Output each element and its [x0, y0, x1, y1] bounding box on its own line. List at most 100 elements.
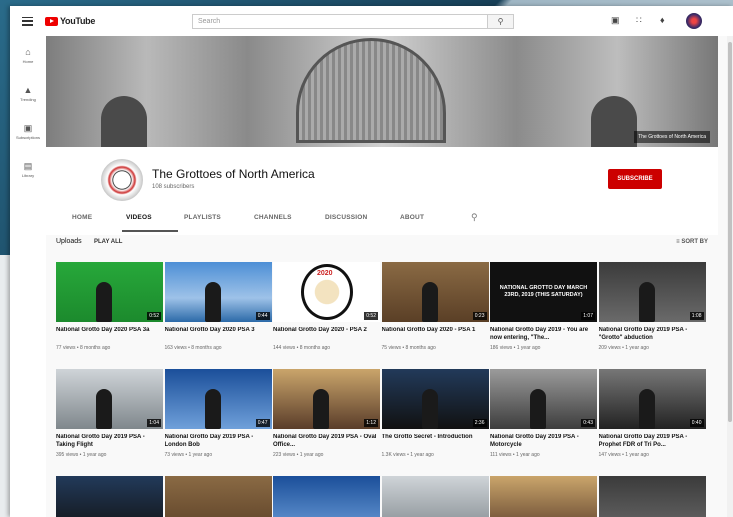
video-meta: 147 views • 1 year ago: [598, 452, 649, 458]
video-thumbnail[interactable]: 1:08: [598, 262, 706, 322]
channel-name: The Grottoes of North America: [152, 167, 315, 181]
video-title[interactable]: National Grotto Day 2020 - PSA 2: [273, 327, 380, 342]
video-duration: 1:08: [689, 312, 704, 320]
avatar[interactable]: [686, 13, 702, 29]
video-meta: 144 views • 8 months ago: [273, 345, 331, 351]
video-card[interactable]: 0:44 National Grotto Day 2020 PSA 3 163 vi…: [164, 262, 272, 351]
search-input[interactable]: Search: [192, 14, 488, 29]
video-thumbnail[interactable]: [598, 476, 706, 517]
sidebar-item-home[interactable]: ⌂ Home: [10, 36, 46, 74]
video-thumbnail[interactable]: 2020 0:52: [273, 262, 380, 322]
video-card[interactable]: 0:43 National Grotto Day 2019 PSA - Motor…: [490, 369, 597, 458]
sidebar-item-label: Trending: [20, 96, 36, 102]
tab-discussion[interactable]: DISCUSSION: [325, 214, 367, 221]
channel-search-icon[interactable]: ⚲: [471, 212, 478, 223]
search-icon[interactable]: ⚲: [488, 14, 514, 29]
video-duration: 0:52: [147, 312, 161, 320]
home-icon: ⌂: [25, 46, 31, 57]
video-card[interactable]: 2020 0:52 National Grotto Day 2020 - PSA 2…: [273, 262, 380, 351]
video-thumbnail[interactable]: 1:04: [56, 369, 163, 429]
video-title[interactable]: National Grotto Day 2020 PSA 3: [165, 327, 272, 342]
video-card[interactable]: 1:08 National Grotto Day 2019 PSA - "Grot…: [598, 262, 706, 351]
video-thumbnail[interactable]: 0:47: [164, 369, 272, 429]
video-title[interactable]: National Grotto Day 2019 PSA - Oval Offi…: [273, 434, 380, 449]
video-card[interactable]: 0:47 National Grotto Day 2019 PSA - Londo…: [164, 369, 272, 458]
thumbnail-figure: [530, 389, 546, 429]
sidebar-item-subscriptions[interactable]: ▣ Subscriptions: [10, 112, 46, 150]
video-card[interactable]: 0:40 National Grotto Day 2019 PSA - Proph…: [598, 369, 706, 458]
channel-banner: The Grottoes of North America: [46, 36, 718, 147]
video-meta: 75 views • 8 months ago: [381, 345, 436, 351]
video-meta: 163 views • 8 months ago: [164, 345, 222, 351]
video-duration: 0:43: [581, 419, 595, 427]
thumbnail-figure: [421, 282, 438, 322]
apps-grid-icon[interactable]: ∷: [636, 15, 642, 26]
video-meta: 395 views • 1 year ago: [56, 452, 107, 458]
menu-icon[interactable]: [22, 16, 33, 26]
banner-arch: [296, 38, 446, 143]
thumbnail-text: 2020: [317, 270, 333, 277]
video-card[interactable]: NATIONAL GROTTO DAY MARCH 23RD, 2019 (TH…: [490, 262, 597, 351]
video-title[interactable]: National Grotto Day 2019 PSA - Taking Fl…: [56, 434, 163, 449]
video-duration: 0:44: [255, 312, 270, 320]
video-duration: 0:23: [472, 312, 487, 320]
video-title[interactable]: National Grotto Day 2019 PSA - London Bo…: [165, 434, 272, 449]
video-thumbnail[interactable]: [164, 476, 272, 517]
video-duration: 0:47: [255, 419, 270, 427]
video-title[interactable]: National Grotto Day 2019 PSA - "Grotto" …: [599, 327, 706, 342]
video-title[interactable]: National Grotto Day 2020 PSA 3a: [56, 327, 163, 342]
channel-avatar[interactable]: [101, 159, 143, 201]
tab-playlists[interactable]: PLAYLISTS: [184, 214, 221, 221]
library-icon: ▤: [23, 160, 33, 171]
video-meta: 73 views • 1 year ago: [164, 452, 213, 458]
video-card[interactable]: 2:36 The Grotto Secret - Introduction 1.3K…: [381, 369, 489, 458]
bell-icon[interactable]: ♦: [660, 15, 665, 25]
tab-videos[interactable]: VIDEOS: [126, 214, 152, 221]
youtube-logo[interactable]: YouTube: [45, 16, 95, 26]
video-camera-icon[interactable]: ▣: [611, 15, 620, 26]
video-thumbnail[interactable]: 0:44: [164, 262, 272, 322]
video-duration: 0:40: [689, 419, 704, 427]
video-thumbnail[interactable]: [273, 476, 380, 517]
sidebar-item-label: Home: [22, 58, 34, 64]
video-thumbnail[interactable]: 1:12: [273, 369, 380, 429]
video-thumbnail[interactable]: [56, 476, 163, 517]
subscribe-button[interactable]: SUBSCRIBE: [608, 169, 662, 189]
video-thumbnail[interactable]: 0:23: [381, 262, 489, 322]
logo-text: YouTube: [60, 16, 96, 26]
banner-caption[interactable]: The Grottoes of North America: [634, 131, 710, 143]
thumbnail-figure: [204, 389, 221, 429]
video-thumbnail[interactable]: [490, 476, 597, 517]
video-thumbnail[interactable]: 2:36: [381, 369, 489, 429]
play-all-button[interactable]: PLAY ALL: [94, 239, 122, 245]
sidebar-item-library[interactable]: ▤ Library: [10, 150, 46, 188]
channel-header: The Grottoes of North America 108 subscr…: [46, 147, 718, 235]
sidebar-item-label: Subscriptions: [15, 134, 40, 140]
banner-figure-left: [101, 96, 147, 147]
uploads-bar: Uploads PLAY ALL ≡ SORT BY: [56, 238, 716, 250]
video-title[interactable]: National Grotto Day 2019 PSA - Prophet F…: [599, 434, 706, 449]
video-title[interactable]: National Grotto Day 2019 - You are now e…: [490, 327, 597, 342]
thumbnail-figure: [638, 389, 655, 429]
tab-home[interactable]: HOME: [72, 214, 92, 221]
video-thumbnail[interactable]: [381, 476, 489, 517]
video-duration: 0:52: [364, 312, 378, 320]
video-thumbnail[interactable]: NATIONAL GROTTO DAY MARCH 23RD, 2019 (TH…: [490, 262, 597, 322]
sidebar-item-trending[interactable]: ▲ Trending: [10, 74, 46, 112]
video-card[interactable]: 1:04 National Grotto Day 2019 PSA - Takin…: [56, 369, 163, 458]
channel-tabs: HOME VIDEOS PLAYLISTS CHANNELS DISCUSSIO…: [46, 206, 718, 235]
video-title[interactable]: National Grotto Day 2020 - PSA 1: [382, 327, 489, 342]
tab-about[interactable]: ABOUT: [400, 214, 424, 221]
video-thumbnail[interactable]: 0:43: [490, 369, 597, 429]
video-title[interactable]: National Grotto Day 2019 PSA - Motorcycl…: [490, 434, 597, 449]
video-card[interactable]: 0:23 National Grotto Day 2020 - PSA 1 75 v…: [381, 262, 489, 351]
uploads-title: Uploads: [56, 238, 82, 245]
video-card[interactable]: 0:52 National Grotto Day 2020 PSA 3a 77 vi…: [56, 262, 163, 351]
scrollbar[interactable]: [727, 36, 733, 517]
video-title[interactable]: The Grotto Secret - Introduction: [382, 434, 489, 449]
video-card[interactable]: 1:12 National Grotto Day 2019 PSA - Oval …: [273, 369, 380, 458]
tab-channels[interactable]: CHANNELS: [254, 214, 292, 221]
video-thumbnail[interactable]: 0:40: [598, 369, 706, 429]
sort-by-button[interactable]: ≡ SORT BY: [676, 239, 708, 245]
video-thumbnail[interactable]: 0:52: [56, 262, 163, 322]
